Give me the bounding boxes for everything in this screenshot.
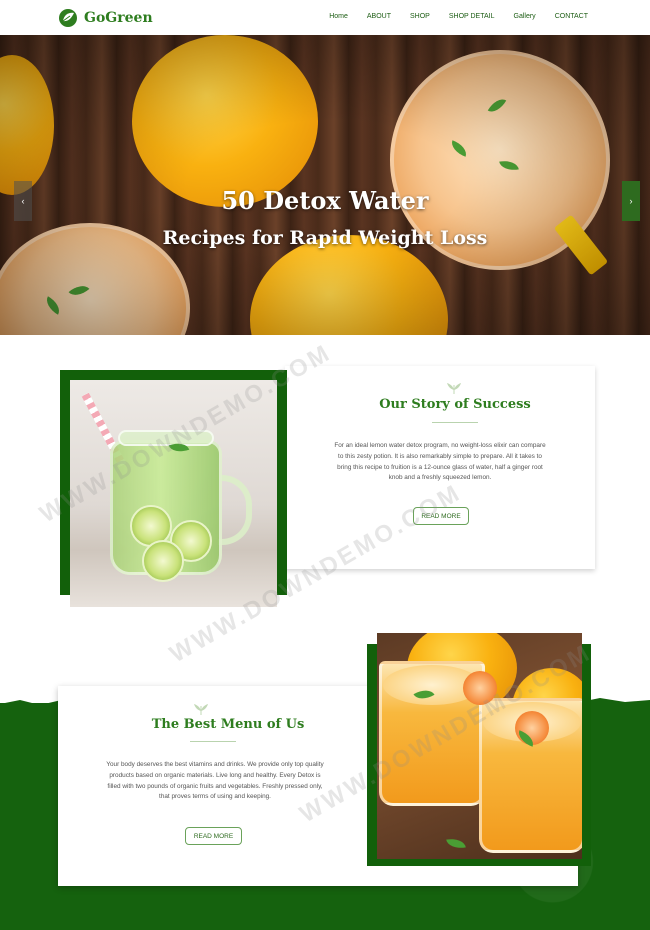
story-divider xyxy=(432,422,478,423)
nav-about[interactable]: ABOUT xyxy=(367,13,391,20)
leaf-decoration-icon xyxy=(447,383,461,394)
leaf-logo-icon xyxy=(59,9,77,27)
slider-next-button[interactable]: › xyxy=(622,181,640,221)
brand-logo[interactable]: GoGreen xyxy=(58,8,153,28)
nav-shop-detail[interactable]: SHOP DETAIL xyxy=(449,13,495,20)
menu-divider xyxy=(190,741,236,742)
jar-handle xyxy=(218,475,252,545)
top-header: GoGreen Home ABOUT SHOP SHOP DETAIL Gall… xyxy=(0,0,650,35)
main-nav: Home ABOUT SHOP SHOP DETAIL Gallery CONT… xyxy=(329,13,588,20)
hero-subtitle: Recipes for Rapid Weight Loss xyxy=(162,227,488,249)
nav-shop[interactable]: SHOP xyxy=(410,13,430,20)
hero-shade xyxy=(0,35,650,335)
nav-home[interactable]: Home xyxy=(329,13,348,20)
menu-heading: The Best Menu of Us xyxy=(151,717,305,732)
chevron-right-icon: › xyxy=(629,196,633,206)
hero-slider: 50 Detox Water Recipes for Rapid Weight … xyxy=(0,35,650,335)
menu-read-more-button[interactable]: READ MORE xyxy=(185,827,242,845)
nav-gallery[interactable]: Gallery xyxy=(514,13,536,20)
brand-name: GoGreen xyxy=(84,10,153,26)
nav-contact[interactable]: CONTACT xyxy=(555,13,588,20)
hero-title: 50 Detox Water xyxy=(221,186,429,215)
menu-text: Your body deserves the best vitamins and… xyxy=(106,761,324,801)
menu-mint-3 xyxy=(446,836,466,851)
chevron-left-icon: ‹ xyxy=(21,196,25,206)
lime-slice-3 xyxy=(142,540,184,582)
story-heading: Our Story of Success xyxy=(379,397,531,412)
slider-prev-button[interactable]: ‹ xyxy=(14,181,32,221)
story-text: For an ideal lemon water detox program, … xyxy=(334,442,546,482)
leaf-decoration-icon xyxy=(194,704,208,715)
